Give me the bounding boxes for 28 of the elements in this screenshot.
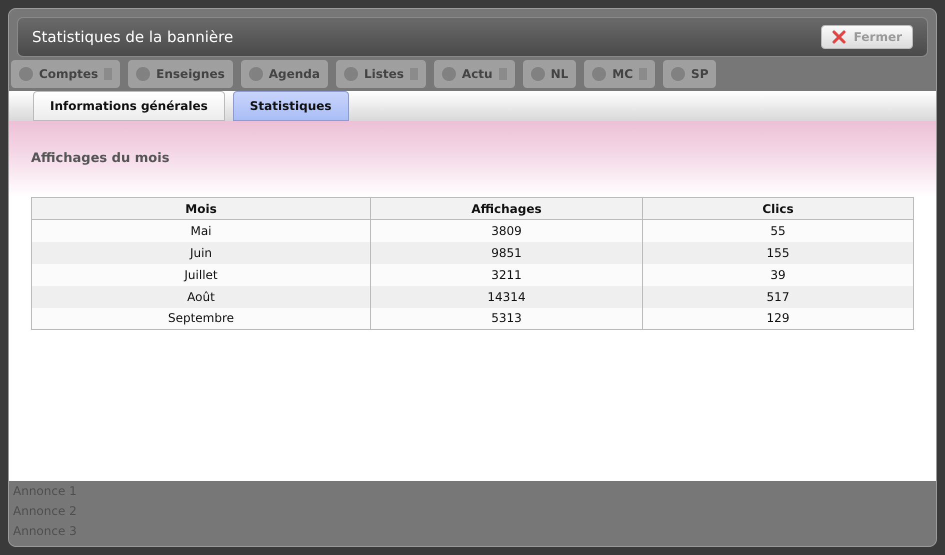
nav-label: Actu: [462, 66, 493, 83]
tab[interactable]: Statistiques: [232, 91, 349, 121]
nav-button[interactable]: Comptes: [11, 60, 120, 88]
nav-button[interactable]: Actu: [434, 60, 515, 88]
close-button[interactable]: Fermer: [820, 25, 913, 49]
section-title: Affichages du mois: [31, 151, 170, 166]
nav-button[interactable]: SP: [663, 60, 716, 88]
nav-button[interactable]: NL: [522, 60, 576, 88]
nav-label: MC: [612, 66, 634, 83]
nav-label: Enseignes: [156, 66, 225, 83]
column-header: Mois: [32, 198, 370, 220]
nav-label: NL: [550, 66, 568, 83]
column-header: Clics: [642, 198, 914, 220]
nav-button[interactable]: Agenda: [240, 60, 328, 88]
nav-button[interactable]: Enseignes: [128, 60, 233, 88]
table-cell: 129: [642, 308, 914, 330]
dialog-title: Statistiques de la bannière: [32, 26, 234, 48]
nav-label: SP: [691, 66, 708, 83]
nav-button[interactable]: Listes: [336, 60, 426, 88]
nav-label: Comptes: [39, 66, 98, 83]
nav-button[interactable]: MC: [584, 60, 656, 88]
column-header: Affichages: [370, 198, 642, 220]
close-icon: [832, 30, 846, 44]
tab[interactable]: Informations générales: [33, 91, 225, 121]
nav-label: Agenda: [268, 66, 320, 83]
nav-label: Listes: [364, 66, 404, 83]
table-cell: Septembre: [32, 308, 370, 330]
table-cell: 5313: [370, 308, 642, 330]
